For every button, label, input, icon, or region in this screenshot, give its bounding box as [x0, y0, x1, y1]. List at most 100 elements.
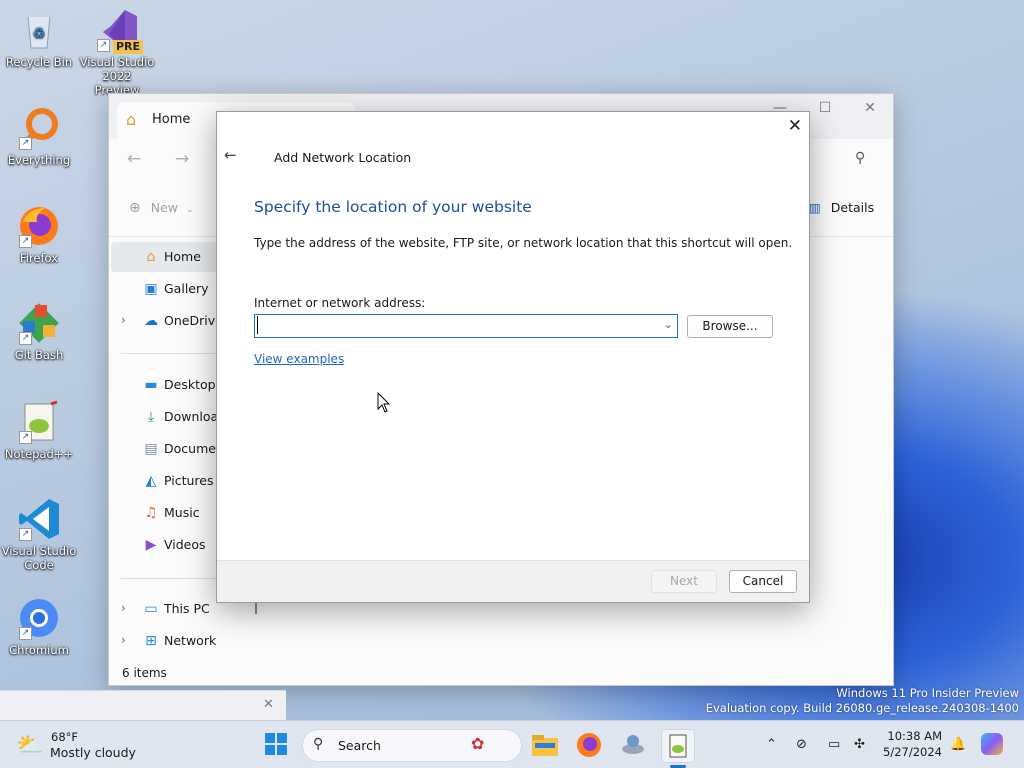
taskbar: ⛅ 68°F Mostly cloudy ⚲ Search ✿ ⌃ ⊘ ▭ ✣ … — [0, 720, 1024, 768]
sidebar-item-this-pc[interactable]: › ▭ This PC — [111, 594, 223, 624]
dialog-title: Add Network Location — [274, 150, 412, 165]
sidebar-divider — [121, 578, 221, 579]
back-arrow-icon[interactable]: ← — [127, 149, 141, 169]
everything-search-icon: ↗ — [17, 106, 61, 150]
videos-icon: ▶ — [145, 537, 157, 553]
notification-bell-icon[interactable]: 🔔 — [950, 737, 966, 752]
maximize-icon[interactable]: ☐ — [805, 100, 845, 116]
new-button[interactable]: ⊕ New ⌄ — [129, 200, 194, 216]
chevron-down-icon: ⌄ — [185, 205, 194, 215]
weather-widget[interactable]: ⛅ 68°F Mostly cloudy — [16, 729, 136, 763]
shortcut-arrow-icon: ↗ — [19, 332, 32, 345]
download-icon: ⤓ — [147, 409, 155, 425]
windows-logo-icon — [265, 733, 287, 755]
gallery-icon: ▣ — [144, 281, 158, 297]
chevron-right-icon[interactable]: › — [121, 633, 126, 647]
shortcut-arrow-icon: ↗ — [19, 235, 32, 248]
firefox-icon: ↗ — [17, 204, 61, 248]
back-arrow-icon[interactable]: ← — [224, 146, 237, 164]
recycle-bin-icon: ♻ — [17, 8, 61, 52]
sidebar-item-onedrive[interactable]: › ☁ OneDrive — [111, 306, 223, 336]
visual-studio-icon: ↗ PRE — [95, 8, 143, 54]
firefox-taskbar-icon[interactable] — [573, 729, 605, 761]
home-icon: ⌂ — [146, 249, 156, 265]
dialog-description: Type the address of the website, FTP sit… — [254, 236, 793, 250]
sidebar-item-documents[interactable]: ▤ Documents — [111, 434, 235, 464]
tab-title: Home — [152, 112, 191, 127]
notepad-plus-plus-taskbar-icon[interactable] — [661, 729, 695, 763]
close-icon[interactable]: ✕ — [850, 100, 890, 116]
desktop-icon-git-bash[interactable]: ↗ Git Bash — [1, 301, 77, 362]
sidebar-item-downloads[interactable]: ⤓ Downloads — [111, 402, 233, 432]
chevron-right-icon[interactable]: › — [121, 313, 126, 327]
desktop-icon-notepad-plus-plus[interactable]: ↗ Notepad++ — [1, 400, 77, 461]
details-pane-icon: ▥ — [809, 200, 821, 215]
sidebar-divider — [121, 353, 221, 354]
desktop-icon-visual-studio-preview[interactable]: ↗ PRE Visual Studio 2022 Preview — [79, 8, 155, 97]
display-icon[interactable]: ▭ — [828, 737, 840, 752]
cancel-button[interactable]: Cancel — [729, 570, 797, 593]
view-examples-link[interactable]: View examples — [254, 352, 344, 366]
copilot-icon[interactable] — [981, 733, 1003, 755]
shortcut-arrow-icon: ↗ — [19, 431, 32, 444]
dialog-heading: Specify the location of your website — [254, 198, 532, 216]
next-button[interactable]: Next — [651, 570, 717, 593]
taskbar-search-box[interactable]: ⚲ Search ✿ — [302, 729, 522, 762]
desktop-icon-everything[interactable]: ↗ Everything — [1, 106, 77, 167]
notification-strip: ✕ — [0, 690, 286, 721]
sidebar-item-pictures[interactable]: ◭ Pictures — [111, 466, 223, 496]
browse-button[interactable]: Browse... — [687, 315, 773, 338]
chevron-down-icon[interactable]: ⌄ — [664, 318, 673, 331]
network-wizard-taskbar-icon[interactable] — [617, 729, 649, 761]
chevron-right-icon[interactable]: › — [121, 601, 126, 615]
search-icon[interactable]: ⚲ — [855, 150, 865, 166]
sidebar-item-desktop[interactable]: ▬ Desktop — [111, 370, 223, 400]
mouse-cursor-icon — [377, 391, 391, 417]
desktop-icon-chromium[interactable]: ↗ Chromium — [1, 596, 77, 657]
search-highlight-icon: ✿ — [471, 734, 485, 753]
pre-badge: PRE — [112, 40, 143, 54]
desktop-icon-recycle-bin[interactable]: ♻ Recycle Bin — [1, 8, 77, 69]
shortcut-arrow-icon: ↗ — [19, 627, 32, 640]
document-icon: ▤ — [144, 441, 158, 457]
close-icon[interactable]: ✕ — [263, 697, 274, 712]
shortcut-arrow-icon: ↗ — [19, 137, 32, 150]
status-bar-item-count: 6 items — [122, 666, 167, 680]
address-input[interactable] — [257, 316, 660, 334]
desktop-icon-vscode[interactable]: ↗ Visual Studio Code — [1, 497, 77, 572]
sidebar-item-videos[interactable]: ▶ Videos — [111, 530, 223, 560]
file-explorer-taskbar-icon[interactable] — [529, 729, 561, 761]
desktop-icon: ▬ — [144, 377, 158, 393]
sidebar-item-home[interactable]: ⌂ Home — [111, 242, 223, 272]
address-label: Internet or network address: — [254, 296, 426, 310]
details-button[interactable]: ▥ Details — [809, 200, 874, 215]
music-icon: ♫ — [144, 505, 158, 521]
cloud-icon: ☁ — [144, 313, 158, 329]
sidebar-item-music[interactable]: ♫ Music — [111, 498, 223, 528]
svg-text:♻: ♻ — [33, 26, 46, 42]
desktop-icon-firefox[interactable]: ↗ Firefox — [1, 204, 77, 265]
start-button[interactable] — [265, 733, 287, 755]
notepad-plus-plus-icon: ↗ — [17, 400, 61, 444]
chevron-up-icon[interactable]: ⌃ — [766, 737, 777, 752]
git-bash-icon: ↗ — [17, 301, 61, 345]
close-icon[interactable]: ✕ — [788, 116, 802, 136]
accessibility-icon[interactable]: ✣ — [854, 737, 865, 752]
sidebar-item-network[interactable]: › ⊞ Network — [111, 626, 223, 656]
windows-watermark: Windows 11 Pro Insider Preview Evaluatio… — [705, 686, 1019, 715]
address-combobox[interactable]: ⌄ — [254, 314, 678, 338]
clock[interactable]: 10:38 AM 5/27/2024 — [880, 728, 942, 760]
sidebar-item-gallery[interactable]: ▣ Gallery — [111, 274, 223, 304]
network-icon: ⊞ — [145, 633, 157, 649]
computer-icon: ▭ — [144, 601, 158, 617]
forward-arrow-icon[interactable]: → — [175, 149, 189, 169]
search-icon: ⚲ — [313, 736, 324, 752]
cloud-sun-icon: ⛅ — [16, 733, 44, 758]
shortcut-arrow-icon: ↗ — [97, 39, 110, 52]
vscode-icon: ↗ — [17, 497, 61, 541]
home-icon: ⌂ — [126, 110, 137, 129]
pictures-icon: ◭ — [145, 473, 157, 489]
network-disconnected-icon[interactable]: ⊘ — [796, 737, 807, 752]
add-network-location-dialog: ✕ ← Add Network Location Specify the loc… — [216, 111, 810, 603]
shortcut-arrow-icon: ↗ — [19, 528, 32, 541]
